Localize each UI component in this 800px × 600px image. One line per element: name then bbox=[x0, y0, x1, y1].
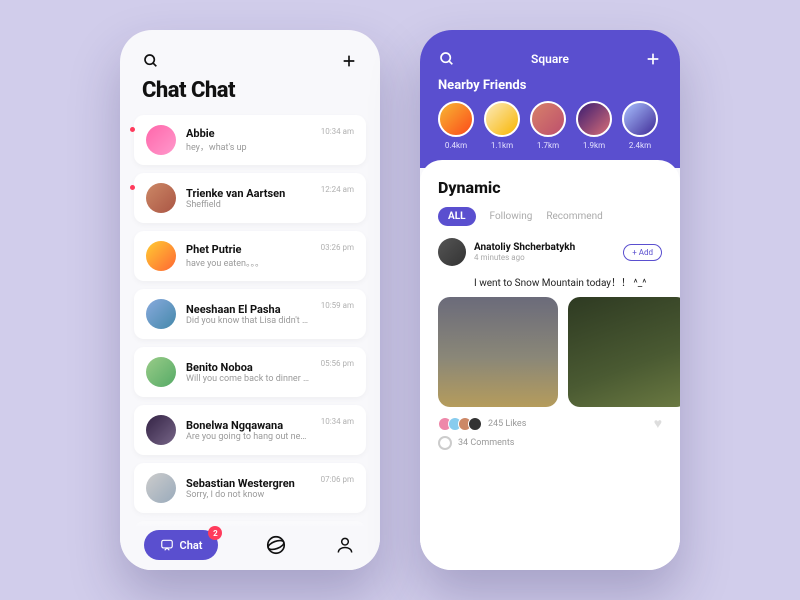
plus-icon: + bbox=[632, 248, 637, 257]
nav-profile-tab[interactable] bbox=[334, 534, 356, 556]
chat-preview: Sheffield bbox=[186, 200, 311, 210]
avatar bbox=[484, 101, 520, 137]
post-meta: 4 minutes ago bbox=[474, 253, 575, 262]
search-icon[interactable] bbox=[142, 52, 160, 70]
nearby-friend[interactable]: 1.1km bbox=[484, 101, 520, 150]
chat-item[interactable]: Trienke van AartsenSheffield 12:24 am bbox=[134, 173, 366, 223]
chat-item[interactable]: Bonelwa NgqawanaAre you going to hang ou… bbox=[134, 405, 366, 455]
comments-count: 34 Comments bbox=[458, 438, 514, 448]
chat-preview: have you eaten。。。 bbox=[186, 256, 311, 269]
friend-distance: 2.4km bbox=[629, 141, 651, 150]
liker-avatars bbox=[438, 417, 482, 431]
chat-time: 12:24 am bbox=[321, 185, 354, 194]
chat-item[interactable]: Benito NoboaWill you come back to dinner… bbox=[134, 347, 366, 397]
chat-item[interactable]: Sebastian WestergrenSorry, I do not know… bbox=[134, 463, 366, 513]
square-header: Square Nearby Friends 0.4km 1.1km 1.7km 1.9… bbox=[420, 30, 680, 168]
post-image[interactable] bbox=[438, 297, 558, 407]
avatar bbox=[146, 241, 176, 271]
avatar bbox=[438, 101, 474, 137]
chat-item[interactable]: Phet Putriehave you eaten。。。 03:26 pm bbox=[134, 231, 366, 281]
friend-distance: 1.9km bbox=[583, 141, 605, 150]
add-friend-button[interactable]: + Add bbox=[623, 244, 662, 261]
chat-preview: hey，what's up bbox=[186, 140, 311, 153]
chat-header: Chat Chat bbox=[120, 30, 380, 109]
chat-time: 05:56 pm bbox=[321, 359, 354, 368]
add-icon[interactable] bbox=[340, 52, 358, 70]
post-author: Anatoliy Shcherbatykh bbox=[474, 242, 575, 253]
avatar bbox=[576, 101, 612, 137]
chat-preview: Will you come back to dinner tonight? bbox=[186, 374, 311, 384]
avatar bbox=[146, 473, 176, 503]
likes-count: 245 Likes bbox=[488, 419, 526, 429]
dynamic-tabs: ALL Following Recommend bbox=[438, 207, 662, 226]
add-label: Add bbox=[639, 248, 653, 257]
friend-distance: 1.7km bbox=[537, 141, 559, 150]
nearby-friend[interactable]: 2.4km bbox=[622, 101, 658, 150]
heart-icon[interactable]: ♥ bbox=[654, 415, 662, 432]
chat-item[interactable]: Abbiehey，what's up 10:34 am bbox=[134, 115, 366, 165]
nav-chat-badge: 2 bbox=[208, 526, 222, 540]
tab-recommend[interactable]: Recommend bbox=[546, 211, 602, 222]
tab-following[interactable]: Following bbox=[490, 211, 533, 222]
chat-name: Benito Noboa bbox=[186, 361, 311, 374]
unread-dot-icon bbox=[130, 185, 135, 190]
chat-name: Sebastian Westergren bbox=[186, 477, 311, 490]
phone-chat: Chat Chat Abbiehey，what's up 10:34 am Trie… bbox=[120, 30, 380, 570]
header-title: Square bbox=[531, 52, 569, 66]
page-title: Chat Chat bbox=[142, 78, 358, 103]
chat-name: Bonelwa Ngqawana bbox=[186, 419, 311, 432]
post-text: I went to Snow Mountain today！！ ^_^ bbox=[474, 274, 662, 289]
chat-name: Abbie bbox=[186, 127, 311, 140]
chat-time: 10:34 am bbox=[321, 417, 354, 426]
chat-name: Trienke van Aartsen bbox=[186, 187, 311, 200]
comment-icon bbox=[438, 436, 452, 450]
avatar bbox=[146, 415, 176, 445]
chat-preview: Are you going to hang out next weekend? bbox=[186, 432, 311, 442]
nearby-friend[interactable]: 0.4km bbox=[438, 101, 474, 150]
search-icon[interactable] bbox=[438, 50, 456, 68]
likes-row[interactable]: 245 Likes ♥ bbox=[438, 415, 662, 432]
post: Anatoliy Shcherbatykh 4 minutes ago + Ad… bbox=[438, 238, 662, 450]
chat-time: 03:26 pm bbox=[321, 243, 354, 252]
chat-time: 07:06 pm bbox=[321, 475, 354, 484]
dynamic-panel: Dynamic ALL Following Recommend Anatoliy… bbox=[420, 160, 680, 570]
avatar bbox=[146, 299, 176, 329]
chat-preview: Did you know that Lisa didn't come to wo… bbox=[186, 316, 311, 326]
tab-all[interactable]: ALL bbox=[438, 207, 476, 226]
nav-chat-label: Chat bbox=[180, 539, 203, 552]
chat-time: 10:34 am bbox=[321, 127, 354, 136]
nearby-friends-label: Nearby Friends bbox=[438, 78, 662, 93]
avatar bbox=[530, 101, 566, 137]
bottom-nav: Chat 2 bbox=[120, 510, 380, 570]
chat-name: Neeshaan El Pasha bbox=[186, 303, 311, 316]
nav-chat-tab[interactable]: Chat 2 bbox=[144, 530, 219, 560]
chat-list: Abbiehey，what's up 10:34 am Trienke van Aa… bbox=[120, 109, 380, 570]
comments-row[interactable]: 34 Comments bbox=[438, 436, 662, 450]
avatar bbox=[146, 125, 176, 155]
avatar bbox=[146, 183, 176, 213]
nearby-friend[interactable]: 1.9km bbox=[576, 101, 612, 150]
avatar[interactable] bbox=[438, 238, 466, 266]
post-images bbox=[438, 297, 662, 407]
chat-time: 10:59 am bbox=[321, 301, 354, 310]
add-icon[interactable] bbox=[644, 50, 662, 68]
avatar bbox=[622, 101, 658, 137]
dynamic-title: Dynamic bbox=[438, 178, 662, 197]
nearby-friend[interactable]: 1.7km bbox=[530, 101, 566, 150]
friend-distance: 0.4km bbox=[445, 141, 467, 150]
chat-item[interactable]: Neeshaan El PashaDid you know that Lisa … bbox=[134, 289, 366, 339]
nearby-friends-list: 0.4km 1.1km 1.7km 1.9km 2.4km bbox=[438, 101, 662, 150]
chat-preview: Sorry, I do not know bbox=[186, 490, 311, 500]
phone-square: Square Nearby Friends 0.4km 1.1km 1.7km 1.9… bbox=[420, 30, 680, 570]
friend-distance: 1.1km bbox=[491, 141, 513, 150]
unread-dot-icon bbox=[130, 127, 135, 132]
chat-name: Phet Putrie bbox=[186, 243, 311, 256]
avatar bbox=[146, 357, 176, 387]
nav-explore-tab[interactable] bbox=[265, 534, 287, 556]
post-image[interactable] bbox=[568, 297, 680, 407]
